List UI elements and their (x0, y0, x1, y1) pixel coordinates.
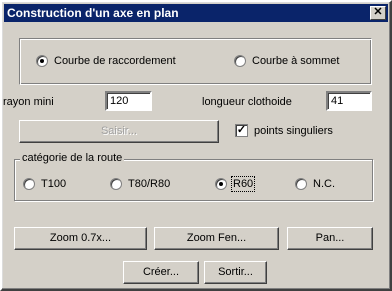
radio-label: T80/R80 (128, 178, 171, 190)
radio-t100[interactable]: T100 (23, 178, 66, 190)
close-button[interactable]: ✕ (370, 6, 386, 20)
checkbox-checked-icon: ✓ (235, 124, 248, 137)
longueur-clothoide-input[interactable]: 41 (326, 91, 372, 111)
radio-label: Courbe à sommet (252, 55, 340, 67)
radio-nc[interactable]: N.C. (295, 178, 335, 190)
radio-label: T100 (41, 178, 67, 190)
road-category-group: T100 T80/R80 R60 N.C. (14, 159, 373, 201)
radio-label: N.C. (313, 178, 335, 190)
rayon-mini-label: rayon mini (3, 96, 54, 108)
radio-unselected-icon (23, 178, 35, 190)
radio-r60[interactable]: R60 (215, 176, 256, 192)
points-singuliers-checkbox[interactable]: ✓ points singuliers (235, 124, 333, 137)
pan-button[interactable]: Pan... (287, 227, 373, 250)
radio-label: R60 (230, 176, 256, 192)
longueur-clothoide-label: longueur clothoide (202, 96, 292, 108)
road-category-title: catégorie de la route (20, 152, 125, 164)
curve-type-panel: Courbe de raccordement Courbe à sommet (19, 38, 372, 85)
saisir-button[interactable]: Saisir... (19, 120, 219, 143)
rayon-mini-input[interactable]: 120 (105, 91, 152, 111)
radio-unselected-icon (110, 178, 122, 190)
radio-t80-r80[interactable]: T80/R80 (110, 178, 170, 190)
window-title: Construction d'un axe en plan (7, 6, 179, 20)
radio-selected-icon (36, 55, 48, 67)
radio-courbe-raccordement[interactable]: Courbe de raccordement (36, 55, 176, 67)
radio-courbe-sommet[interactable]: Courbe à sommet (234, 55, 339, 67)
zoom-0-7x-button[interactable]: Zoom 0.7x... (14, 227, 147, 250)
title-bar[interactable]: Construction d'un axe en plan ✕ (4, 4, 388, 22)
radio-unselected-icon (234, 55, 246, 67)
sortir-button[interactable]: Sortir... (204, 261, 267, 284)
checkbox-label: points singuliers (254, 124, 333, 137)
radio-unselected-icon (295, 178, 307, 190)
zoom-fen-button[interactable]: Zoom Fen... (154, 227, 279, 250)
radio-label: Courbe de raccordement (54, 55, 176, 67)
radio-selected-icon (215, 178, 227, 190)
dialog-window: Construction d'un axe en plan ✕ Courbe d… (0, 0, 392, 291)
creer-button[interactable]: Créer... (123, 261, 199, 284)
